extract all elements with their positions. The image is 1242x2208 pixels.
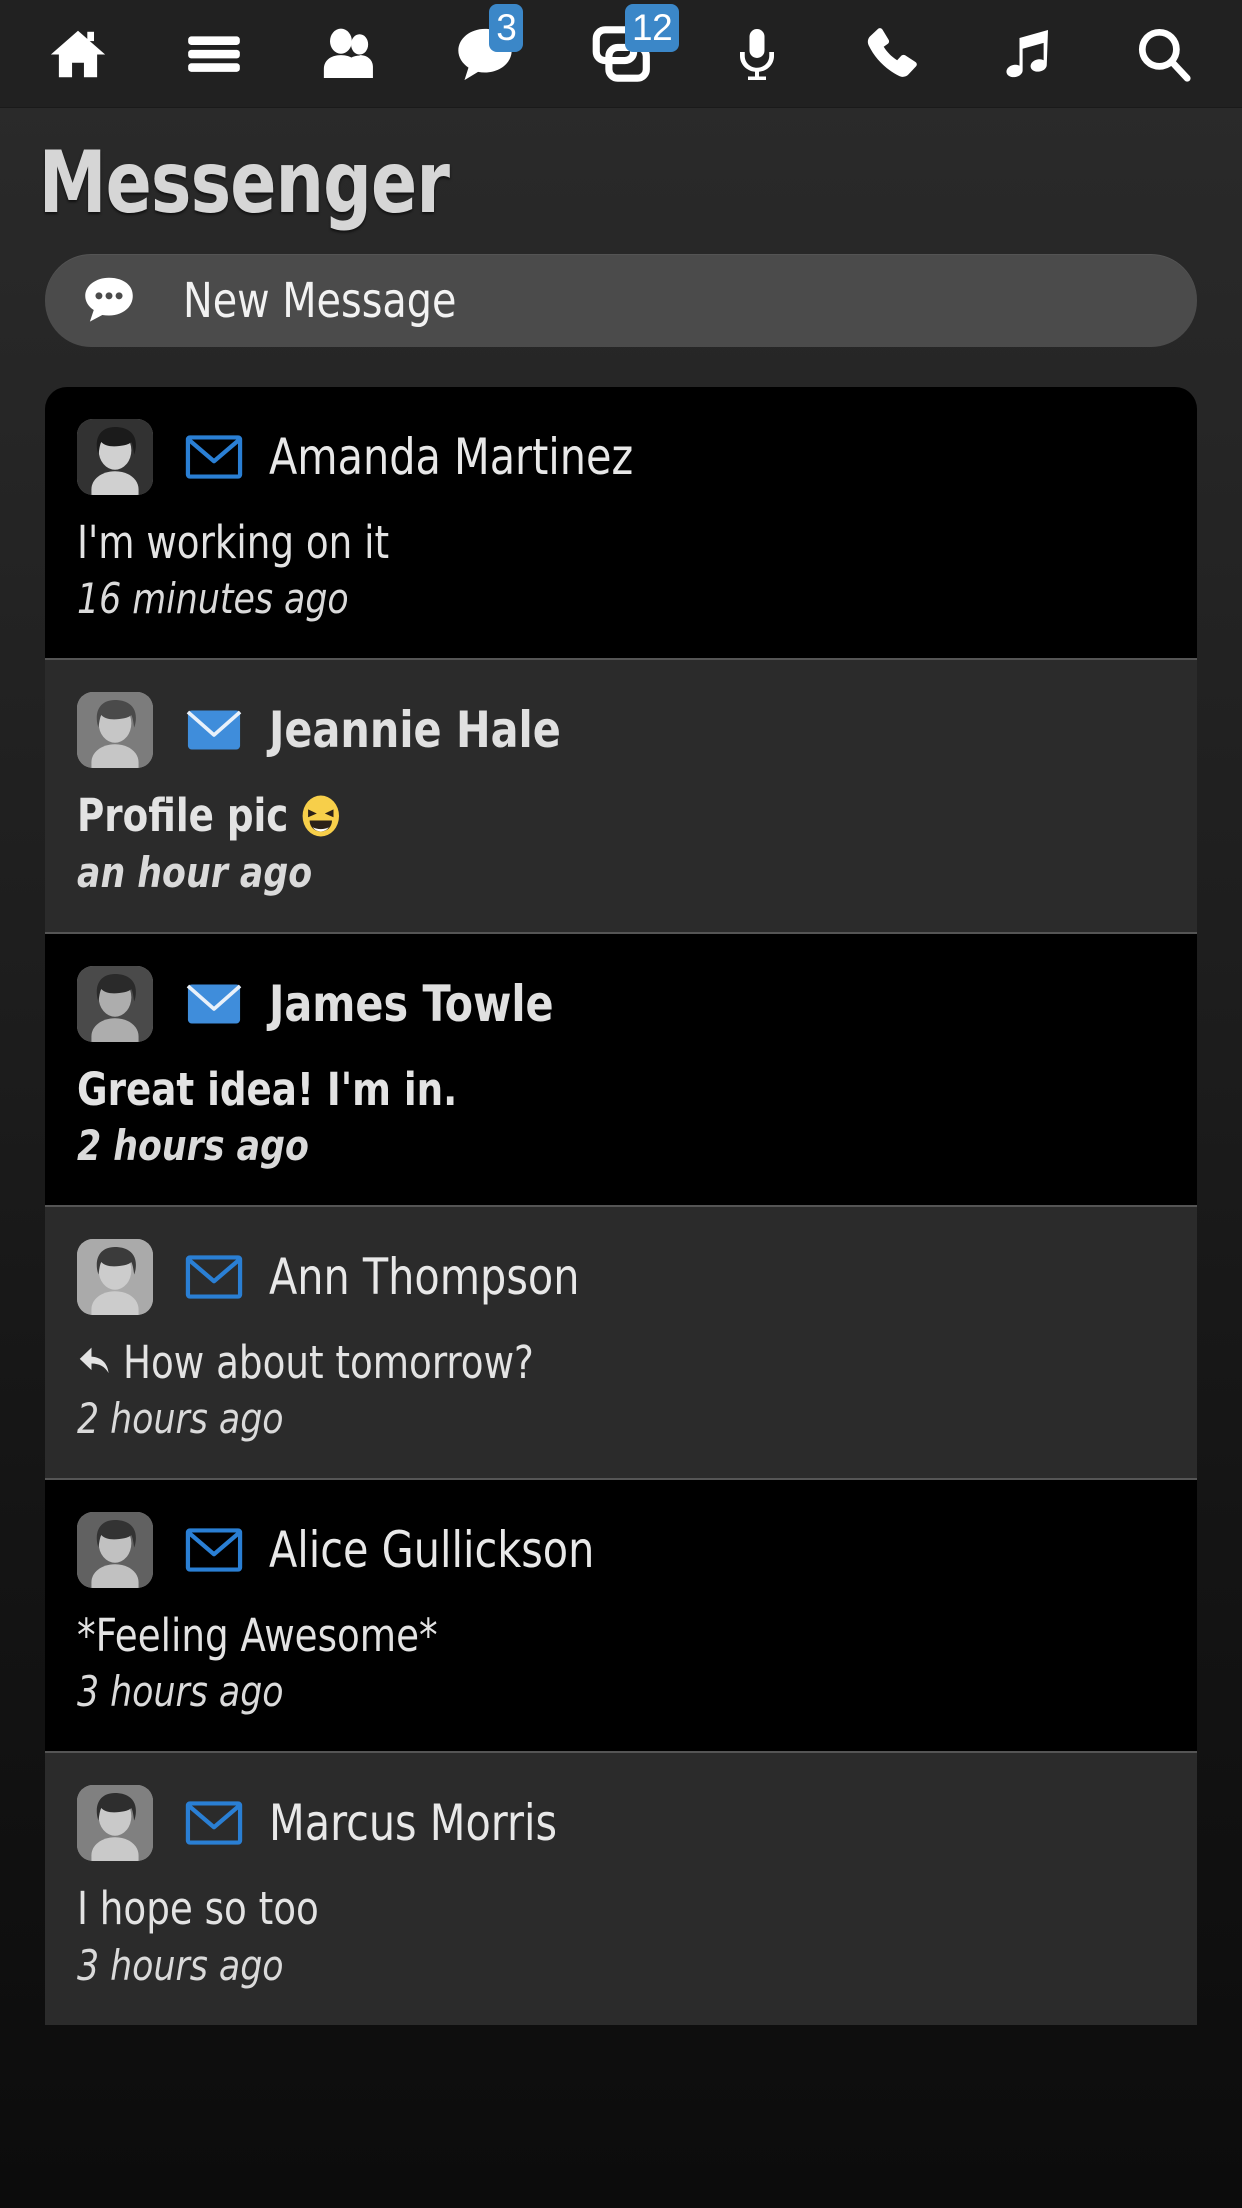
home-icon xyxy=(47,23,109,85)
menu-icon xyxy=(183,23,245,85)
nav-microphone-button[interactable] xyxy=(709,6,805,102)
page-title: Messenger xyxy=(38,133,450,233)
conversation-row[interactable]: Jeannie Hale Profile pic an hour ago xyxy=(45,658,1197,932)
conversation-header: Jeannie Hale xyxy=(45,692,1197,769)
friends-icon xyxy=(318,22,382,86)
new-message-label: New Message xyxy=(183,272,457,329)
conversation-header: Amanda Martinez xyxy=(45,419,1197,495)
envelope-open-outline-icon xyxy=(185,434,243,480)
conversation-name: Jeannie Hale xyxy=(269,701,561,760)
new-message-button[interactable]: New Message xyxy=(45,254,1197,347)
conversation-name: Amanda Martinez xyxy=(269,428,634,486)
music-note-icon xyxy=(998,24,1058,84)
conversation-header: James Towle xyxy=(45,965,1197,1042)
feed-badge: 12 xyxy=(625,3,680,52)
conversation-snippet-text: I'm working on it xyxy=(77,516,390,569)
conversation-timestamp: 16 minutes ago xyxy=(77,574,349,624)
nav-home-button[interactable] xyxy=(30,6,126,102)
conversation-snippet: *Feeling Awesome* xyxy=(77,1609,1107,1662)
microphone-icon xyxy=(727,24,787,84)
conversation-list: Amanda Martinez I'm working on it 16 minut… xyxy=(45,387,1197,2025)
conversation-row[interactable]: Amanda Martinez I'm working on it 16 minut… xyxy=(45,387,1197,659)
conversation-snippet-text: Profile pic xyxy=(77,789,289,843)
conversation-row[interactable]: James Towle Great idea! I'm in. 2 hours ag… xyxy=(45,931,1197,1205)
nav-music-button[interactable] xyxy=(980,6,1076,102)
nav-search-button[interactable] xyxy=(1116,6,1212,102)
envelope-open-outline-icon xyxy=(185,1527,243,1573)
nav-messages-button[interactable]: 3 xyxy=(437,3,533,102)
conversation-snippet: I'm working on it xyxy=(77,516,1107,569)
envelope-open-outline-icon xyxy=(185,1254,243,1300)
conversation-snippet-text: I hope so too xyxy=(77,1882,319,1936)
search-icon xyxy=(1133,23,1195,85)
conversation-timestamp: 3 hours ago xyxy=(77,1940,284,1990)
nav-menu-button[interactable] xyxy=(166,6,262,102)
avatar[interactable] xyxy=(77,1785,153,1862)
messenger-app-screen: 3 12 Messenger New Message Amanda Martin… xyxy=(0,0,1242,2208)
conversation-snippet-text: Great idea! I'm in. xyxy=(77,1062,458,1116)
phone-icon xyxy=(862,23,924,85)
nav-friends-button[interactable] xyxy=(302,6,398,102)
messages-badge: 3 xyxy=(489,3,524,52)
avatar[interactable] xyxy=(77,965,153,1042)
conversation-row[interactable]: Marcus Morris I hope so too 3 hours ago xyxy=(45,1751,1197,2025)
conversation-timestamp: 2 hours ago xyxy=(77,1120,309,1170)
conversation-snippet: How about tomorrow? xyxy=(77,1335,1107,1389)
envelope-filled-icon xyxy=(185,707,243,753)
nav-feed-button[interactable]: 12 xyxy=(573,3,680,102)
conversation-timestamp: 2 hours ago xyxy=(77,1394,284,1443)
conversation-name: Ann Thompson xyxy=(269,1247,580,1306)
conversation-row[interactable]: Ann Thompson How about tomorrow? 2 hours a… xyxy=(45,1204,1197,1478)
envelope-filled-icon xyxy=(185,981,243,1027)
conversation-snippet-text: How about tomorrow? xyxy=(123,1335,534,1389)
conversation-name: Marcus Morris xyxy=(269,1794,558,1853)
avatar[interactable] xyxy=(77,692,153,769)
conversation-name: Alice Gullickson xyxy=(269,1521,595,1579)
reply-arrow-icon xyxy=(77,1344,114,1380)
conversation-row[interactable]: Alice Gullickson *Feeling Awesome* 3 hours… xyxy=(45,1478,1197,1752)
envelope-open-outline-icon xyxy=(185,1800,243,1846)
chat-bubble-dots-icon xyxy=(67,270,151,332)
conversation-name: James Towle xyxy=(269,974,554,1033)
nav-phone-button[interactable] xyxy=(845,6,941,102)
conversation-snippet: I hope so too xyxy=(77,1882,1107,1936)
avatar[interactable] xyxy=(77,1512,153,1588)
conversation-snippet-text: *Feeling Awesome* xyxy=(77,1609,438,1662)
avatar[interactable] xyxy=(77,1238,153,1315)
conversation-header: Marcus Morris xyxy=(45,1785,1197,1862)
avatar[interactable] xyxy=(77,419,153,495)
conversation-header: Ann Thompson xyxy=(45,1238,1197,1315)
conversation-timestamp: 3 hours ago xyxy=(77,1667,284,1717)
conversation-timestamp: an hour ago xyxy=(77,847,313,897)
top-navigation-bar: 3 12 xyxy=(0,0,1242,108)
conversation-snippet: Profile pic xyxy=(77,789,1107,843)
conversation-snippet: Great idea! I'm in. xyxy=(77,1062,1107,1116)
conversation-header: Alice Gullickson xyxy=(45,1512,1197,1588)
grinning-squinting-face-icon xyxy=(299,793,341,839)
